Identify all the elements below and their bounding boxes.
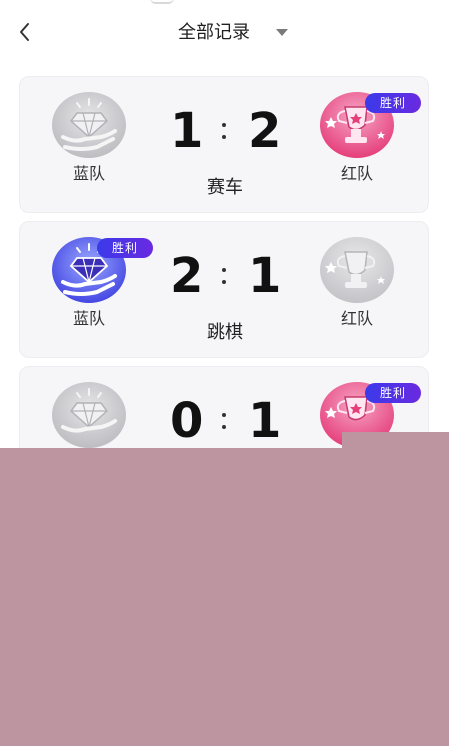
match-record-card[interactable]: 胜利 蓝队 2 1 跳棋 红队 bbox=[19, 221, 429, 358]
right-team: 胜利 红队 bbox=[317, 91, 421, 185]
overlay-lower bbox=[0, 448, 342, 746]
score-separator bbox=[221, 407, 227, 435]
score-display: 0 1 bbox=[160, 391, 290, 451]
status-indicator bbox=[150, 0, 174, 4]
score-separator bbox=[221, 117, 227, 145]
team-name: 红队 bbox=[340, 164, 373, 183]
win-badge: 胜利 bbox=[365, 93, 421, 113]
win-badge: 胜利 bbox=[97, 238, 153, 258]
win-badge: 胜利 bbox=[365, 383, 421, 403]
caret-down-icon bbox=[276, 28, 288, 36]
score-separator bbox=[221, 262, 227, 290]
left-score: 2 bbox=[170, 248, 204, 304]
team-name: 蓝队 bbox=[72, 309, 105, 328]
page-title: 全部记录 bbox=[178, 22, 250, 43]
team-name: 红队 bbox=[340, 309, 373, 328]
game-name: 赛车 bbox=[207, 177, 243, 198]
overlay-right bbox=[342, 432, 449, 746]
trophy-icon bbox=[320, 237, 394, 303]
left-team: 蓝队 bbox=[49, 91, 129, 185]
match-record-card[interactable]: 蓝队 1 2 赛车 胜利 红队 bbox=[19, 76, 429, 213]
record-filter-dropdown[interactable]: 全部记录 bbox=[178, 18, 288, 44]
right-score: 1 bbox=[248, 248, 282, 304]
right-score: 2 bbox=[248, 103, 282, 159]
right-score: 1 bbox=[248, 393, 282, 449]
team-name: 蓝队 bbox=[72, 164, 105, 183]
right-team: 红队 bbox=[317, 236, 397, 330]
chevron-left-icon[interactable] bbox=[12, 18, 40, 46]
score-display: 2 1 bbox=[160, 246, 290, 306]
score-display: 1 2 bbox=[160, 101, 290, 161]
game-name: 跳棋 bbox=[207, 322, 243, 343]
left-score: 1 bbox=[170, 103, 204, 159]
left-score: 0 bbox=[170, 393, 204, 449]
header-bar: 全部记录 bbox=[0, 8, 449, 54]
diamond-hand-icon bbox=[52, 382, 126, 448]
diamond-hand-icon bbox=[52, 92, 126, 158]
left-team: 胜利 蓝队 bbox=[49, 236, 153, 330]
